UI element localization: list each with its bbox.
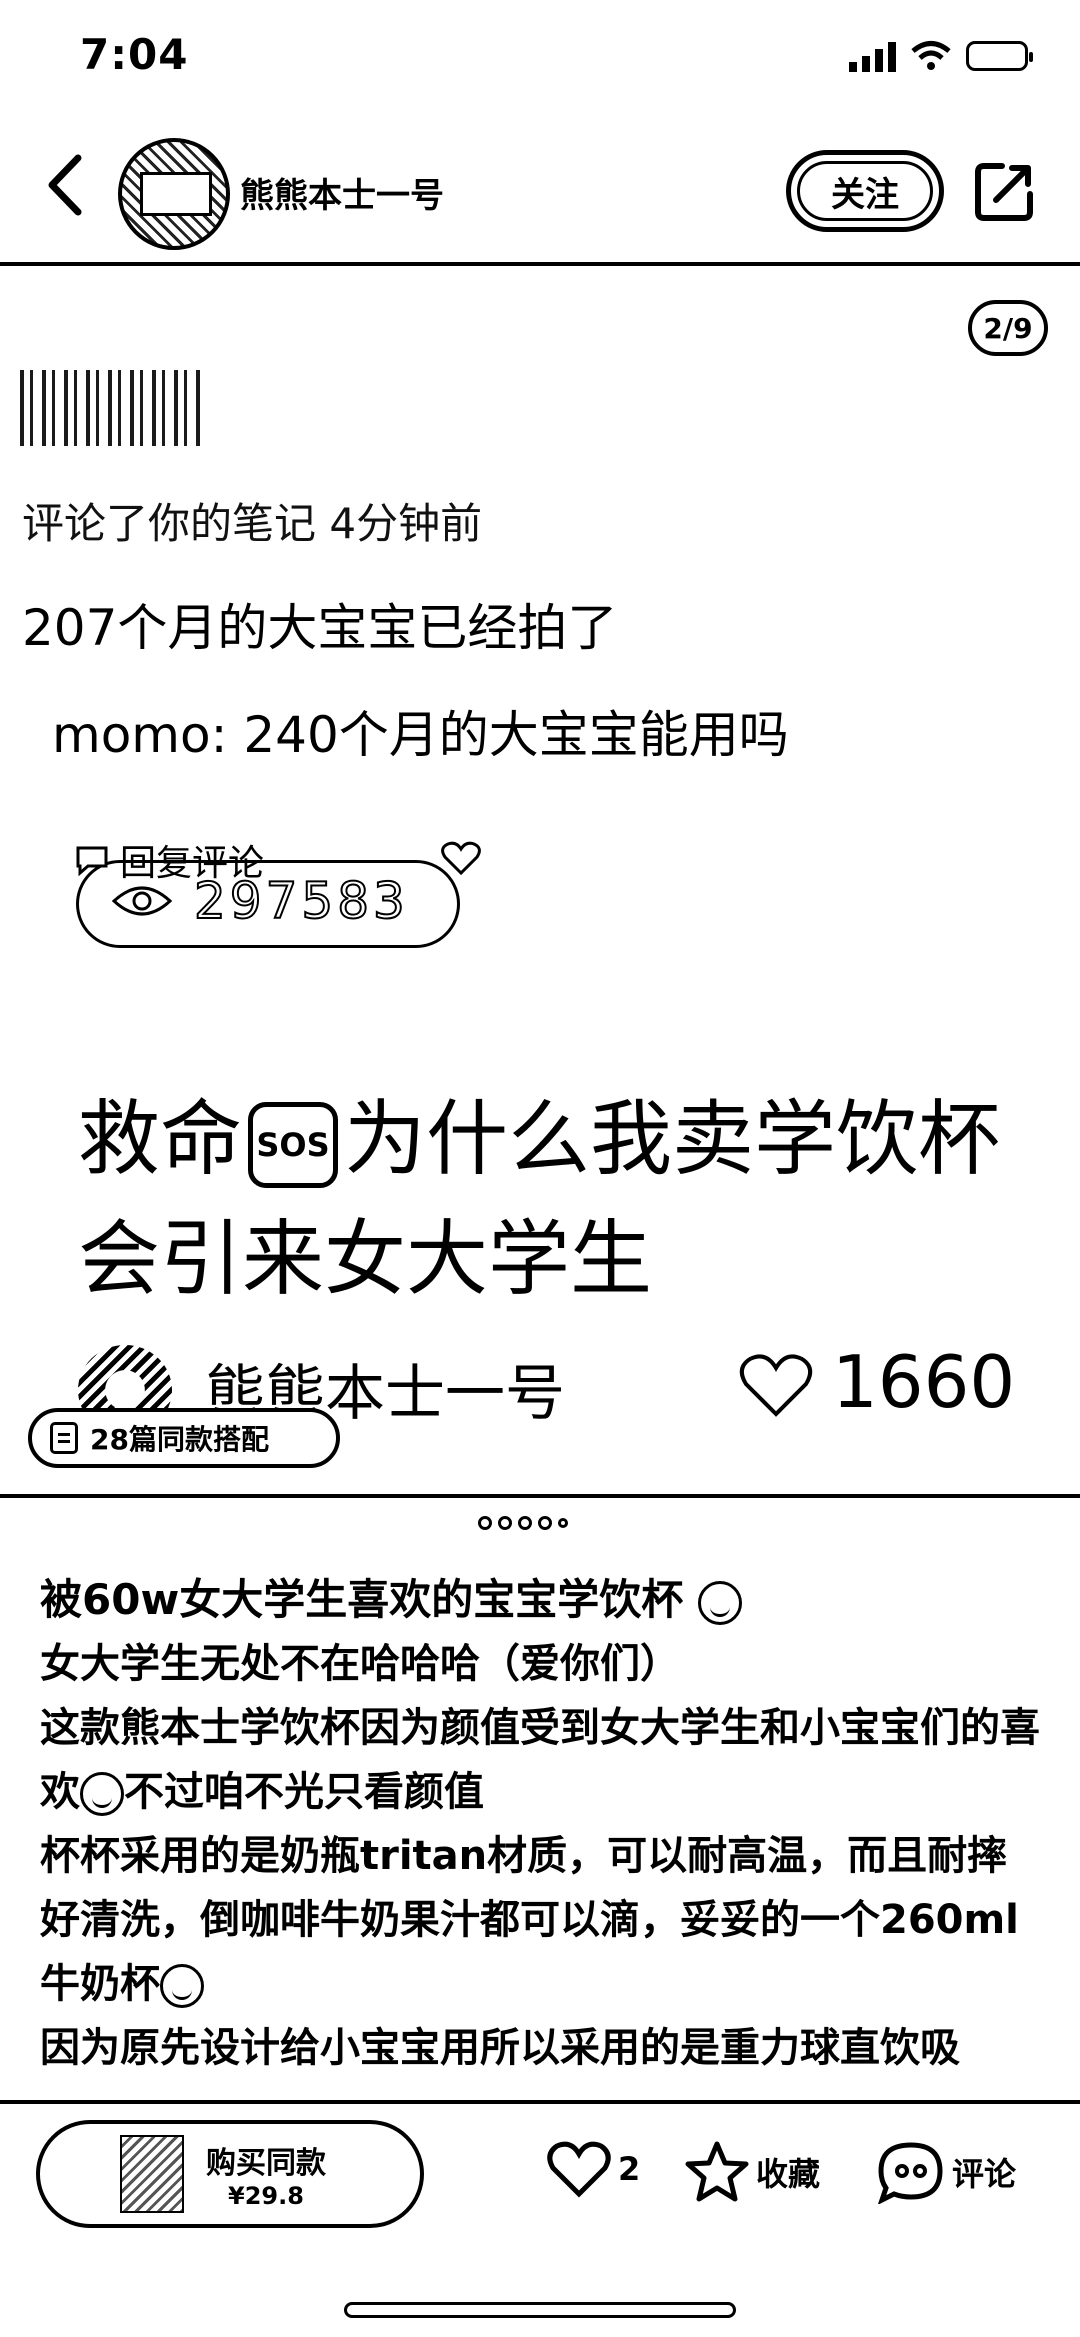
signal-icon (849, 40, 896, 72)
header-divider (0, 262, 1080, 266)
chat-icon (76, 846, 108, 876)
comment-label: 评论 (952, 2155, 1017, 2193)
desc-line3-wrap: 杯杯采用的是奶瓶tritan材质，可以耐高温，而且耐摔好清洗，倒咖啡牛奶果汁都可… (40, 1824, 1040, 2016)
note-title-line: 被60w女大学生喜欢的宝宝学饮杯 (40, 1568, 1040, 1632)
note-title: 被60w女大学生喜欢的宝宝学饮杯 (40, 1575, 684, 1624)
image-divider (0, 1494, 1080, 1498)
collect-button[interactable]: 收藏 (684, 2140, 820, 2204)
heart-outline-icon (739, 1354, 813, 1417)
image-title: 救命 SOS 为什么我卖学饮杯会引来女大学生 (78, 1080, 1018, 1320)
desc-line1: 女大学生无处不在哈哈哈（爱你们） (40, 1641, 680, 1687)
quoted-comment: momo: 240个月的大宝宝能用吗 (52, 706, 789, 764)
collect-label: 收藏 (756, 2155, 821, 2193)
title-part1: 救命 (78, 1092, 243, 1187)
document-icon (50, 1422, 78, 1454)
wifi-icon (911, 41, 951, 70)
battery-icon (966, 41, 1033, 71)
note-description: 被60w女大学生喜欢的宝宝学饮杯 女大学生无处不在哈哈哈（爱你们） 这款熊本士学… (40, 1568, 1040, 2080)
carousel-dots (478, 1516, 568, 1530)
like-count: 2 (618, 2150, 641, 2188)
heart-icon (441, 841, 481, 876)
smile-emoji-icon (80, 1772, 124, 1816)
view-count-row: 297583 (110, 871, 409, 931)
buy-price: ¥29.8 (228, 2182, 304, 2210)
heart-icon (547, 2141, 611, 2198)
collection-label: 28篇同款搭配 (90, 1423, 269, 1456)
grin-emoji-icon (697, 1580, 742, 1625)
share-icon[interactable] (972, 160, 1036, 224)
author-name[interactable]: 熊熊本士一号 (240, 168, 444, 217)
author-avatar[interactable] (118, 138, 230, 250)
view-count: 297583 (193, 871, 409, 931)
home-indicator (344, 2302, 736, 2318)
image-like-count: 1660 (832, 1340, 1016, 1424)
follow-button[interactable]: 关注 (786, 150, 944, 232)
desc-line2-wrap: 这款熊本士学饮杯因为颜值受到女大学生和小宝宝们的喜欢 不过咱不光只看颜值 (40, 1696, 1040, 1824)
collection-button[interactable]: 28篇同款搭配 (28, 1408, 340, 1468)
blurred-username (20, 370, 200, 446)
eye-icon (111, 886, 173, 916)
buy-same-button[interactable]: 购买同款 ¥29.8 (36, 2120, 424, 2228)
desc-line2b: 不过咱不光只看颜值 (124, 1769, 484, 1815)
bottom-divider (0, 2100, 1080, 2104)
buy-label: 购买同款 (206, 2146, 326, 2181)
comment-icon (878, 2142, 943, 2204)
buy-text: 购买同款 ¥29.8 (206, 2138, 326, 2210)
notification-meta: 评论了你的笔记 4分钟前 (22, 499, 483, 548)
comment-button[interactable]: 评论 (876, 2140, 1016, 2204)
back-icon[interactable] (40, 150, 90, 220)
status-icons (849, 40, 1033, 72)
product-thumbnail (120, 2135, 184, 2213)
follow-label: 关注 (831, 174, 899, 215)
sos-icon: SOS (248, 1101, 339, 1188)
notification-comment: 207个月的大宝宝已经拍了 (22, 599, 618, 657)
status-time: 7:04 (80, 30, 189, 79)
cow-emoji-icon (160, 1964, 204, 2008)
page-indicator: 2/9 (968, 300, 1048, 356)
desc-line4: 因为原先设计给小宝宝用所以采用的是重力球直饮吸 (40, 2025, 960, 2071)
like-button[interactable]: 2 (546, 2140, 640, 2198)
star-icon (685, 2141, 749, 2202)
